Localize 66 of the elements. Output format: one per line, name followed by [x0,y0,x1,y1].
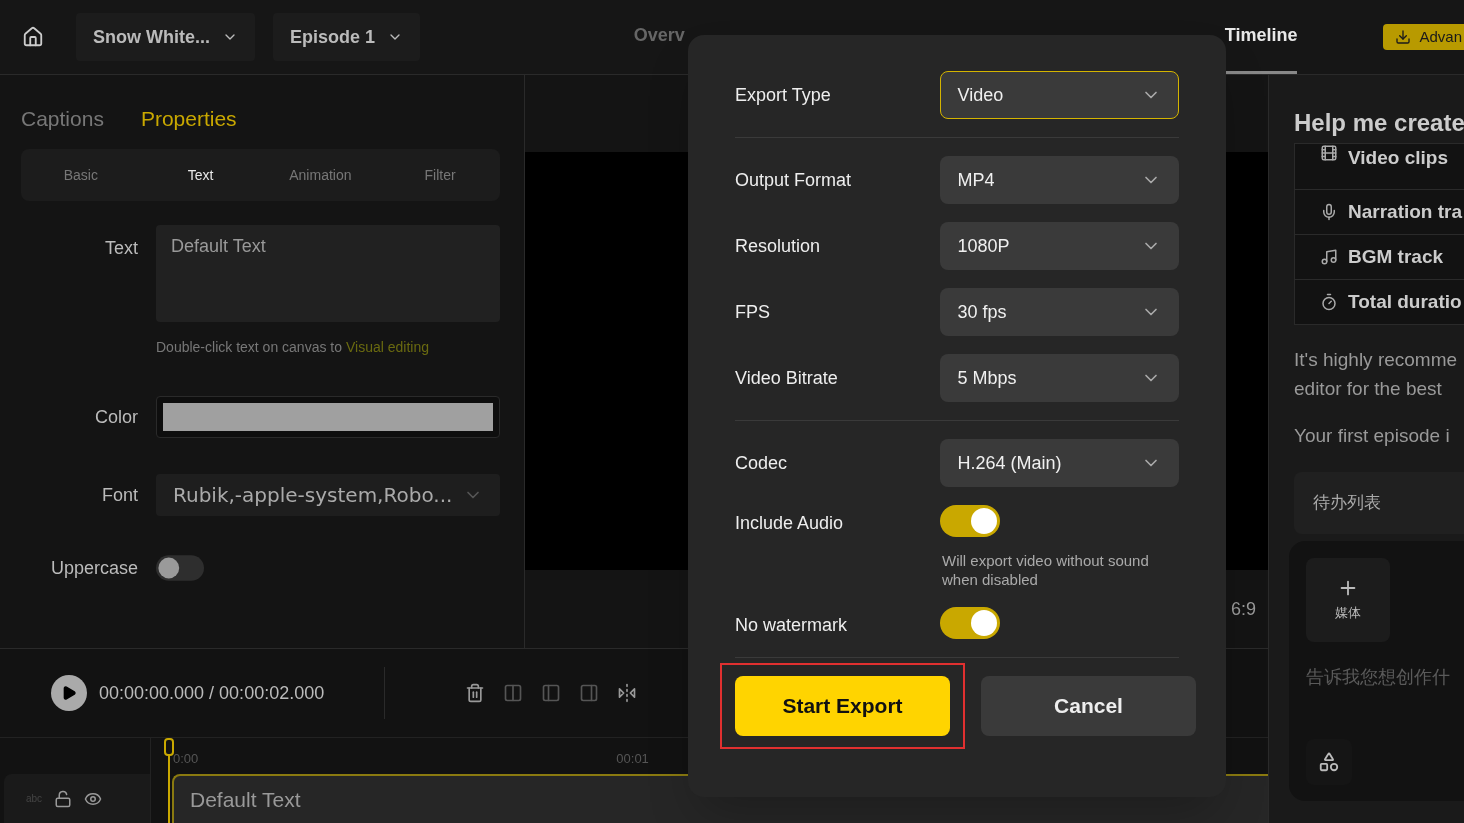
delete-icon[interactable] [465,683,486,703]
cancel-button[interactable]: Cancel [981,676,1196,736]
field-label: FPS [735,300,771,324]
trim-left-icon[interactable] [541,683,562,703]
field-label: Output Format [735,168,853,192]
select-dropdown[interactable]: Video [939,71,1179,119]
toggle-switch[interactable] [940,505,1000,537]
select-dropdown[interactable]: 1080P [939,222,1179,270]
text-area[interactable]: Default Text [156,225,500,322]
film-icon [1320,144,1338,162]
color-field[interactable] [156,396,500,438]
play-button[interactable] [51,675,87,711]
select-dropdown[interactable]: H.264 (Main) [939,439,1179,487]
trim-right-icon[interactable] [579,683,600,703]
select-dropdown[interactable]: 5 Mbps [939,354,1179,402]
field-label: Export Type [735,83,832,107]
checklist-item: Video clips [1348,146,1448,170]
hint-text: Double-click text on canvas to [156,338,342,357]
ruler-label: 0:00 [173,749,199,768]
toggle-switch[interactable] [940,607,1000,639]
unlock-icon[interactable] [54,789,73,808]
play-icon [61,685,77,701]
episode-dropdown[interactable]: Episode 1 [273,13,421,61]
font-dropdown[interactable]: Rubik,-apple-system,Robo... [156,474,500,516]
download-icon [1395,29,1412,45]
home-icon[interactable] [22,26,44,48]
hint-text: Will export video without sound when disabled [941,551,1150,589]
add-media-button[interactable]: 媒体 [1306,558,1390,642]
start-export-button[interactable]: Start Export [735,676,950,736]
microphone-icon [1320,203,1338,221]
todo-list-card[interactable]: 待办列表 [1294,472,1464,534]
project-dropdown[interactable]: Snow White... [76,13,255,61]
time-display: 00:00:00.000 / 00:00:02.000 [99,681,325,705]
shapes-icon [1318,751,1340,773]
field-label: Video Bitrate [735,366,839,390]
field-label: Color [94,405,138,429]
paragraph: Your first episode i [1294,424,1451,448]
checklist-item: Narration tra [1348,199,1463,224]
aspect-ratio-label: 6:9 [1230,597,1256,621]
field-label: Uppercase [49,556,138,580]
panel-tab[interactable]: Captions [21,103,104,135]
subtab[interactable]: Animation [289,164,352,186]
field-label: Codec [735,451,789,475]
music-note-icon [1320,248,1338,266]
panel-title: Help me create [1294,108,1464,138]
flip-icon[interactable] [617,683,638,703]
split-icon[interactable] [503,683,524,703]
subtab[interactable]: Filter [424,164,456,186]
select-dropdown[interactable]: MP4 [939,156,1179,204]
todo-list-label: 待办列表 [1313,492,1381,515]
paragraph: It's highly recomme editor for the best [1294,348,1459,401]
checklist-item: Total duratio [1348,289,1462,314]
subtab[interactable]: Basic [63,164,98,186]
field-label: Font [100,483,138,507]
ruler-label: 00:01 [616,749,649,768]
field-label: No watermark [735,614,849,637]
field-label: Text [104,237,138,260]
panel-tab[interactable]: Properties [140,103,237,135]
toggle-switch[interactable] [156,555,204,581]
select-dropdown[interactable]: 30 fps [939,288,1179,336]
advanced-button[interactable]: Advan [1383,24,1464,50]
checklist-item: BGM track [1348,244,1444,269]
subtab[interactable]: Text [187,164,214,186]
field-label: Include Audio [735,512,845,535]
field-label: Resolution [735,234,822,258]
stopwatch-icon [1320,293,1338,311]
